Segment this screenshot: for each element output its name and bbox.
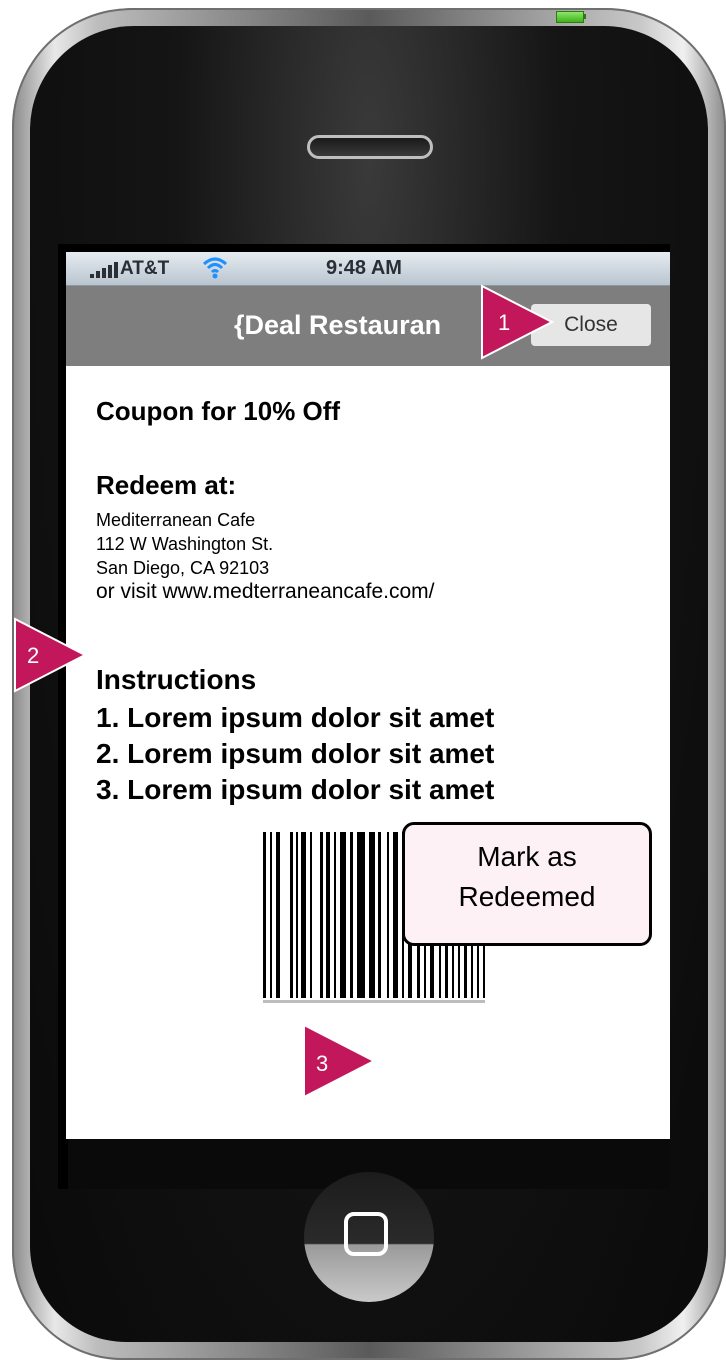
address-line: San Diego, CA 92103 — [96, 558, 270, 578]
mark-as-redeemed-button[interactable]: Mark as Redeemed — [402, 822, 652, 946]
wifi-icon — [202, 257, 228, 279]
home-square-icon — [344, 1212, 388, 1256]
battery-icon — [556, 11, 584, 23]
coupon-title: Coupon for 10% Off — [96, 396, 341, 426]
page-title: {Deal Restauran — [234, 310, 442, 340]
annotation-number: 2 — [27, 643, 40, 668]
annotation-number: 3 — [316, 1051, 329, 1076]
address-line: Mediterranean Cafe — [96, 510, 256, 530]
status-bar: AT&T 9:48 AM — [66, 252, 670, 286]
signal-strength-icon — [90, 262, 118, 278]
earpiece-speaker — [307, 135, 433, 159]
redeem-button-line1: Mark as — [477, 841, 577, 872]
website-line: or visit www.medterraneancafe.com/ — [96, 580, 435, 603]
annotation-number: 1 — [498, 310, 511, 335]
annotation-marker-2: 2 — [13, 617, 93, 693]
instruction-item: 1. Lorem ipsum dolor sit amet — [96, 702, 495, 733]
status-time: 9:48 AM — [326, 257, 402, 279]
restaurant-address: Mediterranean Cafe 112 W Washington St. … — [96, 508, 434, 604]
nav-bar: {Deal Restauran Close — [66, 286, 670, 366]
carrier-name: AT&T — [120, 258, 170, 279]
redeem-button-line2: Redeemed — [458, 881, 596, 912]
address-line: 112 W Washington St. — [96, 534, 274, 554]
battery-tip — [583, 14, 586, 19]
annotation-marker-1: 1 — [480, 284, 560, 360]
instruction-item: 3. Lorem ipsum dolor sit amet — [96, 774, 495, 805]
wireframe-canvas: AT&T 9:48 AM {Deal Restauran Close Coupo… — [0, 0, 726, 1362]
instruction-item: 2. Lorem ipsum dolor sit amet — [96, 738, 495, 769]
instructions-list: 1. Lorem ipsum dolor sit amet 2. Lorem i… — [96, 700, 494, 808]
home-button[interactable] — [304, 1172, 434, 1302]
annotation-marker-3: 3 — [302, 1023, 382, 1099]
redeem-at-heading: Redeem at: — [96, 470, 237, 500]
instructions-heading: Instructions — [96, 664, 257, 695]
